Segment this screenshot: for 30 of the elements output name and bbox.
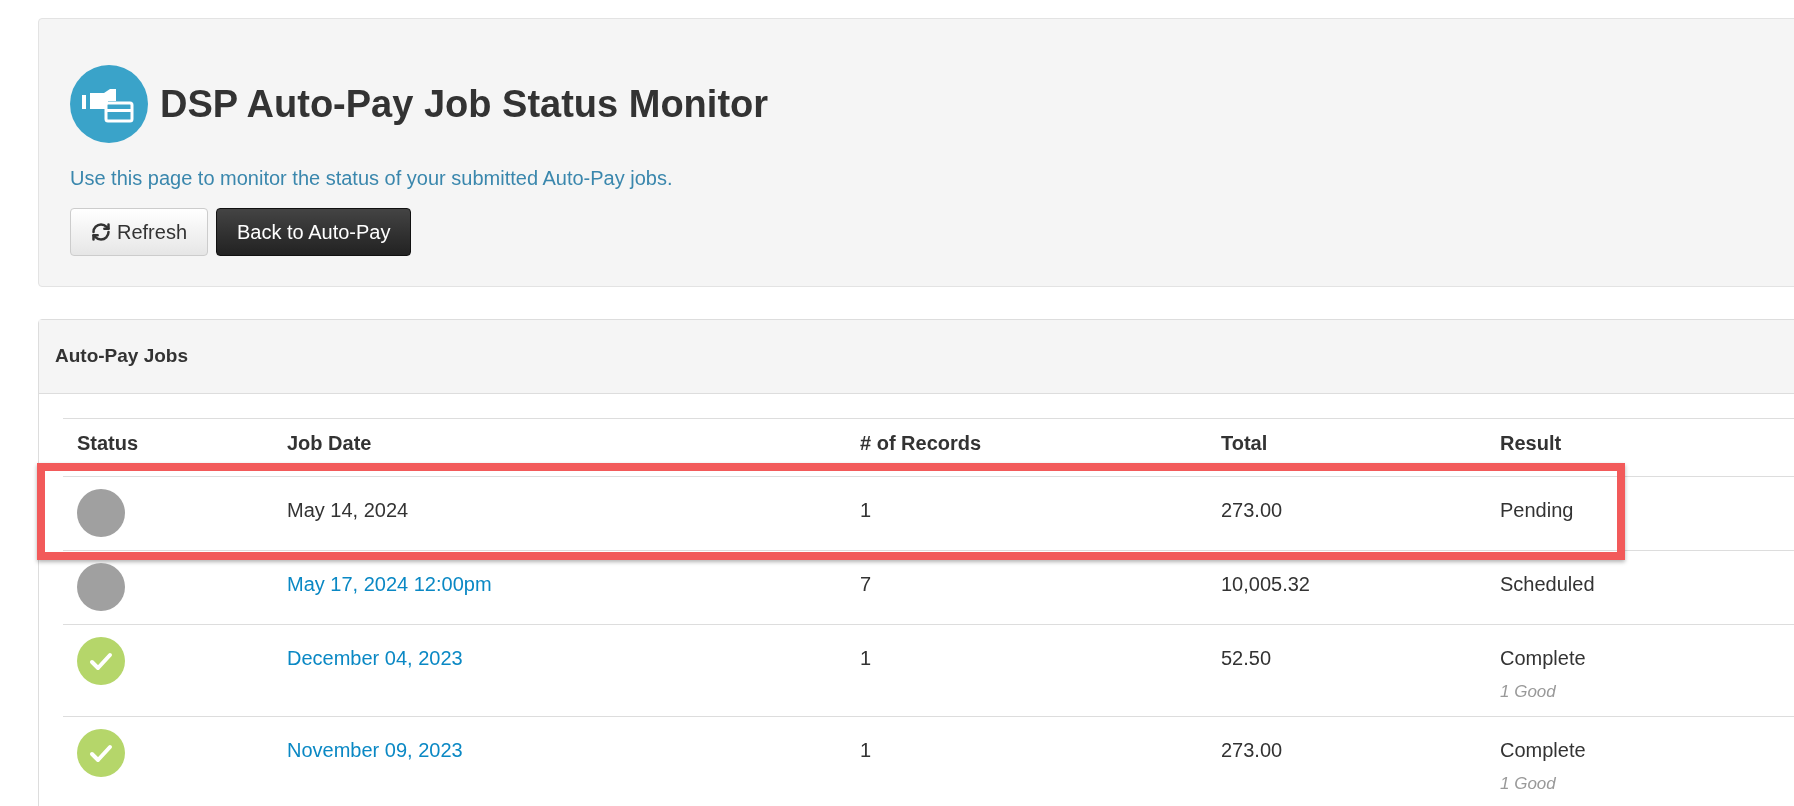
page-title: DSP Auto-Pay Job Status Monitor	[160, 81, 769, 127]
column-header: # of Records	[860, 432, 982, 454]
records-count: 1	[860, 499, 872, 521]
result-text: Scheduled	[1500, 572, 1596, 597]
back-button[interactable]: Back to Auto-Pay	[216, 208, 412, 256]
result-note: 1 Good	[1500, 681, 1557, 703]
hand-card-icon	[70, 65, 148, 143]
job-date-link[interactable]: December 04, 2023	[287, 647, 463, 669]
records-count: 1	[860, 739, 872, 761]
column-header: Status	[77, 432, 139, 454]
job-date-link[interactable]: May 17, 2024 12:00pm	[287, 573, 492, 595]
job-date-link[interactable]: November 09, 2023	[287, 739, 463, 761]
result-text: Pending	[1500, 498, 1575, 523]
result-note: 1 Good	[1500, 773, 1557, 795]
column-header: Total	[1221, 432, 1268, 454]
job-date: May 14, 2024	[287, 499, 409, 521]
panel-title: Auto-Pay Jobs	[55, 344, 189, 369]
records-count: 1	[860, 647, 872, 669]
column-header: Job Date	[287, 432, 372, 454]
page-description: Use this page to monitor the status of your submitted Auto-Pay jobs.	[70, 166, 674, 191]
total-amount: 273.00	[1221, 739, 1283, 761]
total-amount: 52.50	[1221, 647, 1272, 669]
total-amount: 273.00	[1221, 499, 1283, 521]
result-text: Complete	[1500, 646, 1587, 671]
total-amount: 10,005.32	[1221, 573, 1310, 595]
refresh-icon	[91, 222, 111, 242]
column-header: Result	[1500, 432, 1562, 454]
result-text: Complete	[1500, 738, 1587, 763]
records-count: 7	[860, 573, 872, 595]
refresh-button[interactable]: Refresh	[70, 208, 209, 256]
